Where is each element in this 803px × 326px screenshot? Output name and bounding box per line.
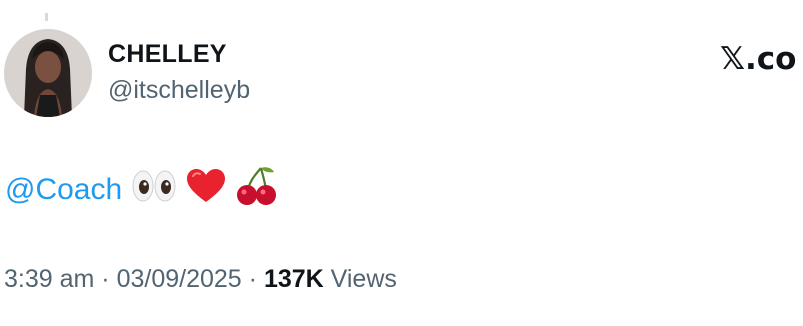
mention-link[interactable]: @Coach	[5, 173, 122, 207]
tweet-time[interactable]: 3:39 am	[4, 265, 94, 293]
views-count: 137K	[263, 265, 324, 293]
tweet-date[interactable]: 03/09/2025	[117, 265, 242, 293]
x-logo: 𝕏.co	[720, 41, 797, 77]
eyes-emoji	[132, 170, 176, 210]
avatar[interactable]	[4, 29, 92, 117]
author-handle[interactable]: @itschelleyb	[108, 76, 250, 105]
meta-separator: ·	[101, 265, 110, 293]
tweet-meta: 3:39 am · 03/09/2025 · 137K Views	[4, 265, 397, 294]
views-label: Views	[330, 265, 397, 293]
cherries-emoji	[236, 166, 278, 214]
author-display-name[interactable]: CHELLEY	[108, 40, 227, 69]
meta-separator: ·	[248, 265, 257, 293]
red-heart-emoji	[186, 168, 226, 212]
avatar-photo	[4, 29, 92, 117]
tweet-text: @Coach	[5, 166, 278, 214]
top-divider-mark	[45, 13, 48, 21]
